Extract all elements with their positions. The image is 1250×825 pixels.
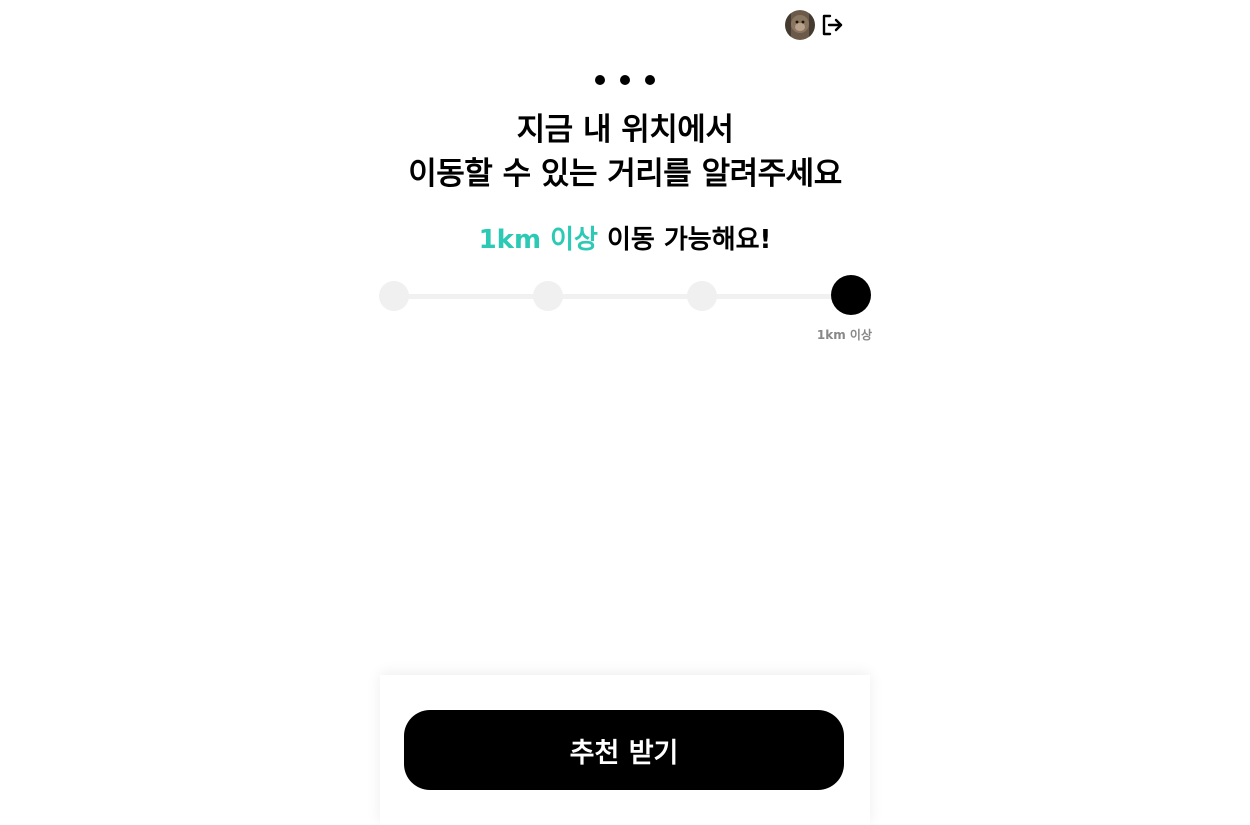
slider-stop-4-selected[interactable] bbox=[831, 275, 871, 315]
dot bbox=[645, 75, 655, 85]
user-avatar[interactable] bbox=[785, 10, 815, 40]
distance-select-screen: 지금 내 위치에서 이동할 수 있는 거리를 알려주세요 1km 이상 이동 가… bbox=[0, 0, 1250, 825]
slider-track bbox=[394, 294, 853, 299]
bottom-action-panel: 추천 받기 bbox=[380, 675, 870, 825]
distance-slider[interactable] bbox=[378, 275, 873, 317]
logout-button[interactable] bbox=[819, 12, 845, 38]
page-title-line-2: 이동할 수 있는 거리를 알려주세요 bbox=[408, 156, 842, 192]
ellipsis-icon[interactable] bbox=[595, 72, 655, 88]
header-actions bbox=[785, 10, 845, 40]
distance-summary: 1km 이상 이동 가능해요! bbox=[375, 222, 875, 258]
distance-summary-text: 이동 가능해요! bbox=[597, 225, 772, 255]
page-title: 지금 내 위치에서 이동할 수 있는 거리를 알려주세요 bbox=[375, 108, 875, 196]
slider-stop-1[interactable] bbox=[379, 281, 409, 311]
slider-stop-2[interactable] bbox=[533, 281, 563, 311]
get-recommendation-button[interactable]: 추천 받기 bbox=[404, 710, 844, 790]
slider-selected-label: 1km 이상 bbox=[816, 328, 872, 342]
dot bbox=[620, 75, 630, 85]
distance-highlight: 1km 이상 bbox=[478, 225, 598, 255]
logout-icon bbox=[822, 14, 843, 36]
slider-stop-3[interactable] bbox=[687, 281, 717, 311]
page-title-line-1: 지금 내 위치에서 bbox=[516, 112, 734, 148]
dot bbox=[595, 75, 605, 85]
